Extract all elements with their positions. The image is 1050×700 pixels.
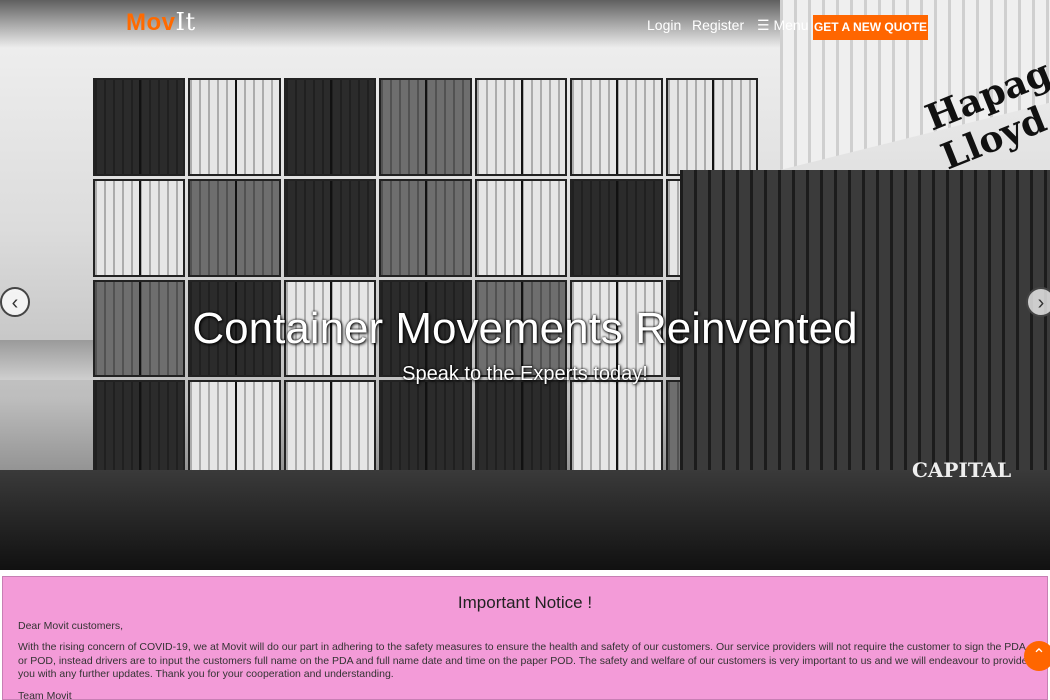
chevron-right-icon: › (1037, 292, 1045, 314)
container-print-capital: CAPITAL (912, 458, 1012, 482)
notice-heading: Important Notice ! (457, 593, 593, 612)
chevron-up-icon: ⌃ (1032, 647, 1046, 664)
chevron-left-icon: ‹ (11, 292, 19, 314)
notice-signoff: Team Movit (18, 690, 72, 700)
movit-logo[interactable]: MovIt (126, 8, 196, 37)
container-stack-image (93, 78, 758, 478)
hero-carousel: Hapag-Lloyd CAPITAL Container Movements … (0, 0, 1050, 570)
register-link[interactable]: Register (692, 17, 744, 33)
wet-ground (0, 470, 1050, 570)
menu-button[interactable]: ☰ Menu (757, 17, 808, 34)
logo-prefix: Mov (126, 9, 176, 36)
get-quote-button[interactable]: GET A NEW QUOTE (813, 15, 928, 40)
notice-body: With the rising concern of COVID-19, we … (18, 641, 1028, 680)
scroll-to-top-button[interactable]: ⌃ (1024, 641, 1050, 671)
login-link[interactable]: Login (647, 17, 681, 33)
important-notice-panel: Important Notice ! Dear Movit customers,… (2, 576, 1048, 700)
carousel-prev-button[interactable]: ‹ (0, 287, 30, 317)
hamburger-icon: ☰ (757, 17, 770, 33)
menu-label: Menu (773, 17, 809, 33)
hero-subtitle: Speak to the Experts today! (402, 363, 648, 385)
carousel-next-button[interactable]: › (1026, 287, 1050, 317)
logo-suffix: It (175, 8, 196, 36)
notice-greeting: Dear Movit customers, (18, 620, 124, 632)
hero-title: Container Movements Reinvented (192, 304, 858, 353)
